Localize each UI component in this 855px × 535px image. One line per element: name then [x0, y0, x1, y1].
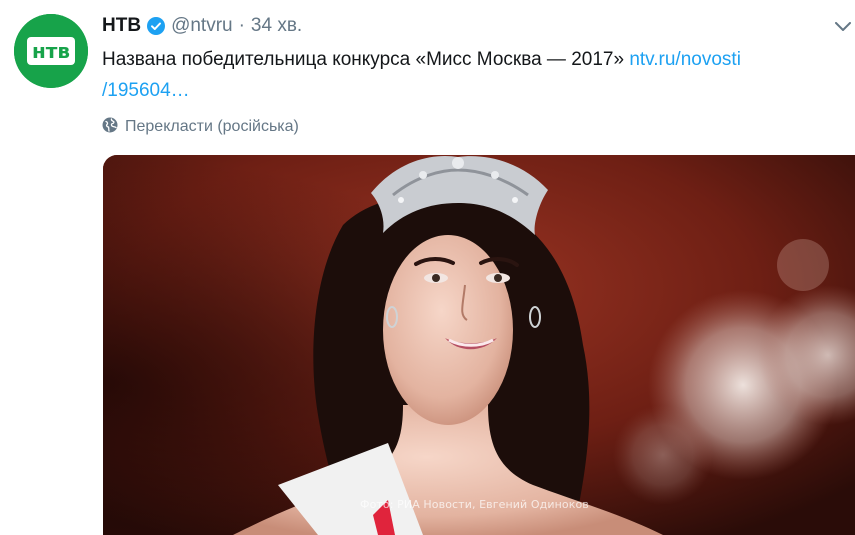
tweet-link-part2[interactable]: /195604…	[102, 80, 190, 101]
author-name[interactable]: НТВ	[102, 15, 141, 37]
avatar[interactable]: нтв	[14, 14, 88, 88]
ntv-logo: нтв	[14, 14, 88, 88]
translate-button[interactable]: Перекласти (російська)	[102, 116, 299, 138]
globe-icon	[102, 117, 118, 138]
tweet-photo[interactable]: Фото: РИА Новости, Евгений Одиноков	[103, 155, 855, 535]
tweet-link-part1[interactable]: ntv.ru/novosti	[629, 49, 741, 70]
photo-image	[103, 155, 855, 535]
tweet-header: НТВ @ntvru · 34 хв.	[102, 14, 302, 38]
author-handle[interactable]: @ntvru	[171, 15, 233, 37]
verified-badge-icon	[147, 17, 166, 35]
separator-dot: ·	[238, 15, 245, 36]
tweet-timestamp[interactable]: 34 хв.	[251, 15, 302, 37]
tweet-body: Названа победительница конкурса «Мисс Мо…	[102, 49, 630, 70]
photo-credit: Фото: РИА Новости, Евгений Одиноков	[360, 498, 589, 511]
chevron-down-icon[interactable]	[831, 18, 855, 36]
svg-text:нтв: нтв	[32, 39, 70, 63]
tweet-text: Названа победительница конкурса «Мисс Мо…	[102, 44, 842, 106]
translate-label[interactable]: Перекласти (російська)	[125, 118, 299, 136]
